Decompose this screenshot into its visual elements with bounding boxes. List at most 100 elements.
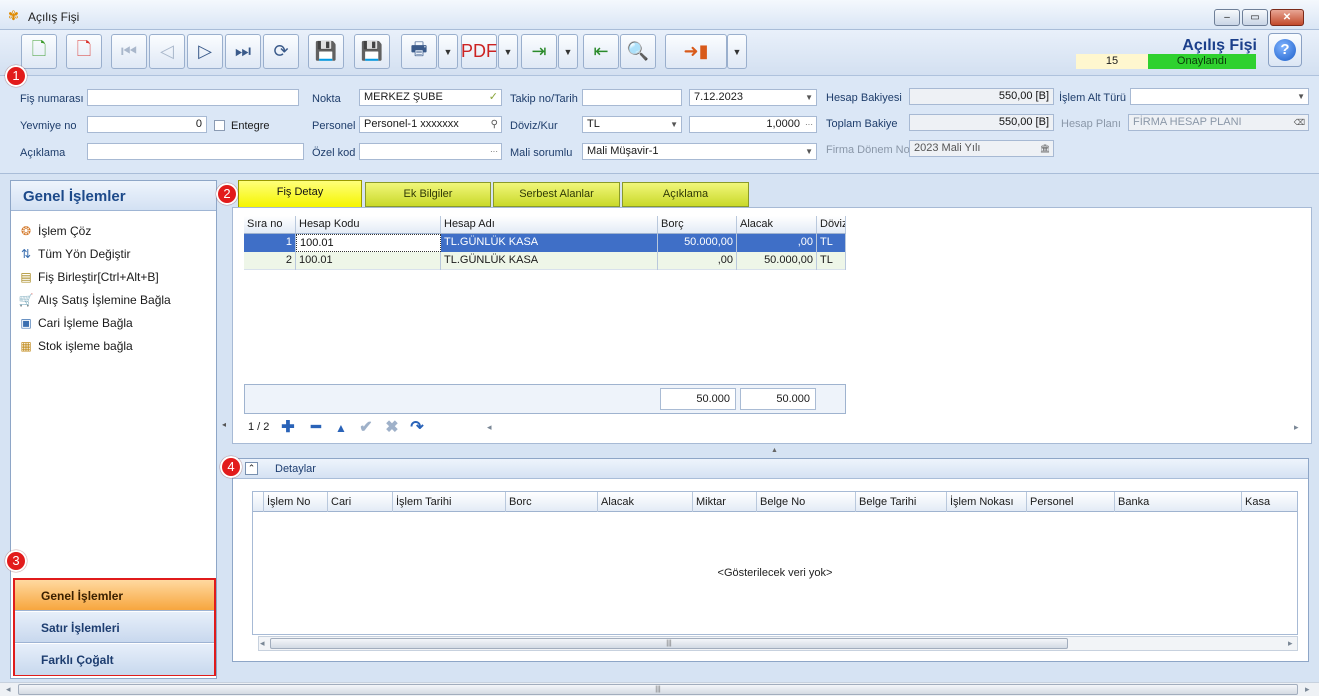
tab-ek-bilgiler[interactable]: Ek Bilgiler: [365, 182, 491, 207]
nav-genel-islemler[interactable]: Genel İşlemler: [15, 580, 214, 611]
col-doviz[interactable]: Döviz: [817, 216, 846, 234]
col-belge-tarihi[interactable]: Belge Tarihi: [856, 492, 947, 512]
kur-input[interactable]: 1,0000 ···: [689, 116, 817, 133]
pdf-dropdown[interactable]: ▼: [498, 34, 518, 69]
save-button[interactable]: 💾: [308, 34, 344, 69]
nav-farkli-cogalt[interactable]: Farklı Çoğalt: [15, 644, 214, 675]
col-belge-no[interactable]: Belge No: [757, 492, 856, 512]
scroll-left-icon[interactable]: ◂: [487, 422, 492, 433]
col-hesap-adi[interactable]: Hesap Adı: [441, 216, 658, 234]
cell-borc[interactable]: 50.000,00: [658, 234, 737, 252]
cell-hesap-adi[interactable]: TL.GÜNLÜK KASA: [441, 234, 658, 252]
last-record-button[interactable]: ⏭: [225, 34, 261, 69]
left-item-cari-isleme-bagla[interactable]: ▣ Cari İşleme Bağla: [18, 313, 213, 333]
move-up-icon[interactable]: ▲: [331, 418, 351, 438]
col-hesap-kodu[interactable]: Hesap Kodu: [296, 216, 441, 234]
nokta-input[interactable]: MERKEZ ŞUBE ✓: [359, 89, 502, 106]
col-alacak[interactable]: Alacak: [598, 492, 693, 512]
entegre-checkbox[interactable]: [214, 120, 225, 131]
doviz-select[interactable]: TL ▼: [582, 116, 682, 133]
window-horizontal-scrollbar[interactable]: ◂ ||| ▸: [0, 682, 1319, 696]
append-row-icon[interactable]: ✚: [278, 418, 298, 438]
col-borc[interactable]: Borc: [506, 492, 598, 512]
settings-button[interactable]: 🔍: [620, 34, 656, 69]
left-item-alis-satis-bagla[interactable]: 🛒 Alış Satış İşlemine Bağla: [18, 290, 213, 310]
mali-sorumlu-select[interactable]: Mali Müşavir-1 ▼: [582, 143, 817, 160]
takip-no-input[interactable]: [582, 89, 682, 106]
cell-doviz[interactable]: TL: [817, 252, 846, 270]
cell-hesap-adi[interactable]: TL.GÜNLÜK KASA: [441, 252, 658, 270]
previous-record-button[interactable]: ◁: [149, 34, 185, 69]
cell-sira[interactable]: 1: [244, 234, 296, 252]
cell-hesap-kodu[interactable]: 100.01: [296, 252, 441, 270]
scroll-right-icon[interactable]: ▸: [1288, 638, 1293, 649]
pdf-button[interactable]: PDF: [461, 34, 497, 69]
collapse-toggle-icon[interactable]: ⌃: [245, 462, 258, 475]
print-button[interactable]: 🖶: [401, 34, 437, 69]
left-item-tum-yon-degistir[interactable]: ⇅ Tüm Yön Değiştir: [18, 244, 213, 264]
scroll-right-icon[interactable]: ▸: [1305, 684, 1310, 695]
cancel-edit-icon[interactable]: ✖: [382, 418, 402, 438]
splitter-up-icon[interactable]: ▲: [771, 447, 778, 454]
col-banka[interactable]: Banka: [1115, 492, 1242, 512]
help-button[interactable]: ?: [1268, 33, 1302, 67]
left-item-stok-isleme-bagla[interactable]: ▦ Stok işleme bağla: [18, 336, 213, 356]
table-row[interactable]: 1 100.01 TL.GÜNLÜK KASA 50.000,00 ,00 TL: [244, 234, 846, 252]
collapse-left-icon[interactable]: ◂: [222, 420, 226, 429]
tab-aciklama[interactable]: Açıklama: [622, 182, 749, 207]
col-miktar[interactable]: Miktar: [693, 492, 757, 512]
exit-dropdown[interactable]: ▼: [727, 34, 747, 69]
yevmiye-no-input[interactable]: 0: [87, 116, 207, 133]
aciklama-input[interactable]: [87, 143, 304, 160]
col-personel[interactable]: Personel: [1027, 492, 1115, 512]
col-cari[interactable]: Cari: [328, 492, 393, 512]
scroll-thumb[interactable]: |||: [18, 684, 1298, 695]
col-sira-no[interactable]: Sıra no: [244, 216, 296, 234]
details-horizontal-scrollbar[interactable]: ◂ ||| ▸: [258, 636, 1298, 651]
ozel-kod-input[interactable]: ···: [359, 143, 502, 160]
export-dropdown[interactable]: ▼: [558, 34, 578, 69]
scroll-thumb[interactable]: |||: [270, 638, 1068, 649]
col-islem-tarihi[interactable]: İşlem Tarihi: [393, 492, 506, 512]
delete-row-icon[interactable]: ━: [306, 418, 326, 438]
cell-doviz[interactable]: TL: [817, 234, 846, 252]
cell-alacak[interactable]: 50.000,00: [737, 252, 817, 270]
left-item-islem-coz[interactable]: ❂ İşlem Çöz: [18, 221, 213, 241]
table-row[interactable]: 2 100.01 TL.GÜNLÜK KASA ,00 50.000,00 TL: [244, 252, 846, 270]
col-islem-no[interactable]: İşlem No: [264, 492, 328, 512]
col-alacak[interactable]: Alacak: [737, 216, 817, 234]
cell-sira[interactable]: 2: [244, 252, 296, 270]
cell-borc[interactable]: ,00: [658, 252, 737, 270]
fis-numarasi-input[interactable]: [87, 89, 299, 106]
new-document-button[interactable]: 🗋: [21, 34, 57, 69]
islem-alt-turu-select[interactable]: ▼: [1130, 88, 1309, 105]
col-borc[interactable]: Borç: [658, 216, 737, 234]
maximize-button[interactable]: ▭: [1242, 9, 1268, 26]
takip-tarih-input[interactable]: 7.12.2023 ▼: [689, 89, 817, 106]
import-button[interactable]: ⇤: [583, 34, 619, 69]
save-close-button[interactable]: 💾: [354, 34, 390, 69]
exit-button[interactable]: ➜▮: [665, 34, 727, 69]
refresh-button[interactable]: ⟳: [263, 34, 299, 69]
cell-alacak[interactable]: ,00: [737, 234, 817, 252]
cell-hesap-kodu[interactable]: 100.01: [296, 234, 441, 252]
confirm-icon[interactable]: ✔: [356, 418, 376, 438]
tab-fis-detay[interactable]: Fiş Detay: [238, 180, 362, 208]
scroll-left-icon[interactable]: ◂: [6, 684, 11, 695]
export-button[interactable]: ⇥: [521, 34, 557, 69]
personel-input[interactable]: Personel-1 xxxxxxx ⚲: [359, 116, 502, 133]
delete-document-button[interactable]: 🗋: [66, 34, 102, 69]
left-item-fis-birlestir[interactable]: ▤ Fiş Birleştir[Ctrl+Alt+B]: [18, 267, 213, 287]
next-record-button[interactable]: ▷: [187, 34, 223, 69]
minimize-button[interactable]: –: [1214, 9, 1240, 26]
col-kasa[interactable]: Kasa: [1242, 492, 1297, 512]
col-islem-nokasi[interactable]: İşlem Nokası: [947, 492, 1027, 512]
first-record-button[interactable]: ⏮: [111, 34, 147, 69]
print-dropdown[interactable]: ▼: [438, 34, 458, 69]
tab-serbest-alanlar[interactable]: Serbest Alanlar: [493, 182, 620, 207]
scroll-left-icon[interactable]: ◂: [260, 638, 265, 649]
redo-icon[interactable]: ↷: [407, 418, 427, 438]
close-button[interactable]: ✕: [1270, 9, 1304, 26]
scroll-right-icon[interactable]: ▸: [1294, 422, 1299, 433]
nav-satir-islemleri[interactable]: Satır İşlemleri: [15, 612, 214, 643]
